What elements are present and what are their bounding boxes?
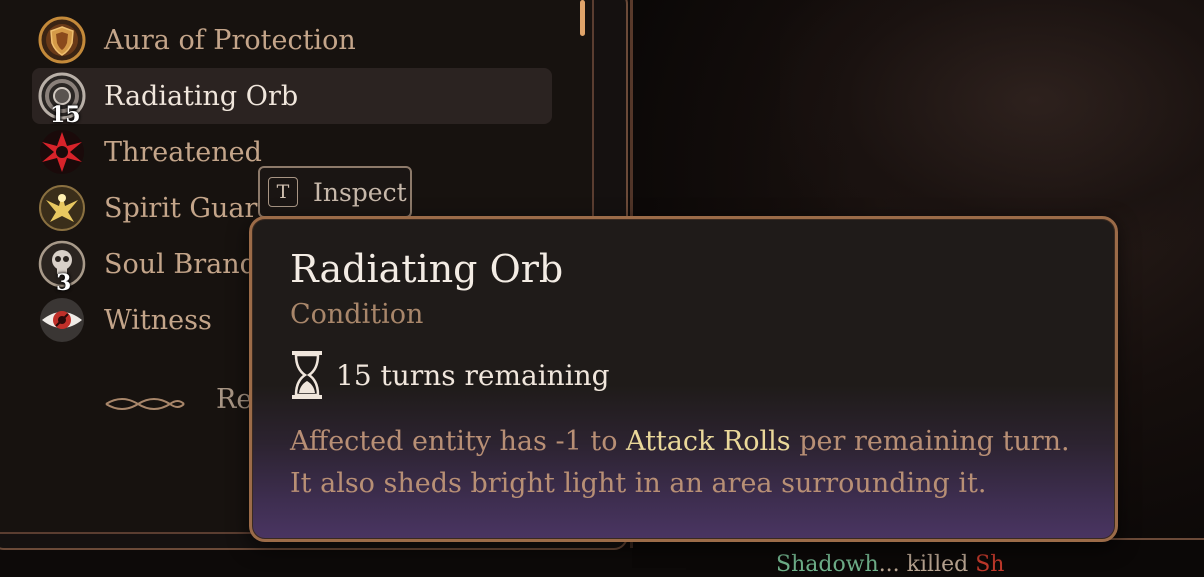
tooltip-type: Condition: [290, 299, 424, 330]
tooltip-title: Radiating Orb: [290, 247, 564, 291]
tooltip-description: Affected entity has -1 to Attack Rolls p…: [290, 421, 1080, 505]
orb-icon: 15: [38, 72, 86, 128]
condition-label: Soul Brandi: [104, 248, 266, 280]
scene-rock-texture: [780, 0, 1204, 250]
combat-log-target: Sh: [975, 552, 1005, 577]
hourglass-icon: [292, 351, 322, 399]
threatened-icon: [38, 128, 86, 176]
condition-item-aura-of-protection[interactable]: Aura of Protection: [32, 12, 552, 68]
tooltip-keyword-attack-rolls[interactable]: Attack Rolls: [626, 426, 791, 457]
tooltip-turns-remaining: 15 turns remaining: [336, 359, 610, 392]
conditions-scrollbar[interactable]: [580, 0, 585, 36]
panel-footer-label: Re: [216, 384, 253, 415]
tooltip-desc-part: Affected entity has -1 to: [290, 426, 627, 457]
shield-icon: [38, 16, 86, 64]
combat-log-actor: Shadowh: [776, 552, 879, 577]
eye-icon: [38, 296, 86, 344]
condition-label: Aura of Protection: [104, 24, 356, 56]
skull-icon: 3: [38, 240, 86, 296]
condition-label: Radiating Orb: [104, 80, 299, 112]
condition-item-radiating-orb[interactable]: 15 Radiating Orb: [32, 68, 552, 128]
combat-log-verb: ... killed: [878, 552, 976, 577]
spirit-guardians-icon: [38, 184, 86, 232]
condition-tooltip: Radiating Orb Condition 15 turns remaini…: [249, 216, 1118, 542]
inspect-label: Inspect: [313, 178, 407, 207]
condition-label: Threatened: [104, 136, 262, 168]
flourish-ornament-icon: [105, 398, 185, 410]
condition-label: Witness: [104, 304, 212, 336]
inspect-button[interactable]: T Inspect: [258, 166, 412, 218]
keybind-key: T: [268, 177, 298, 207]
combat-log-line: Shadowh... killed Sh: [776, 552, 1004, 577]
